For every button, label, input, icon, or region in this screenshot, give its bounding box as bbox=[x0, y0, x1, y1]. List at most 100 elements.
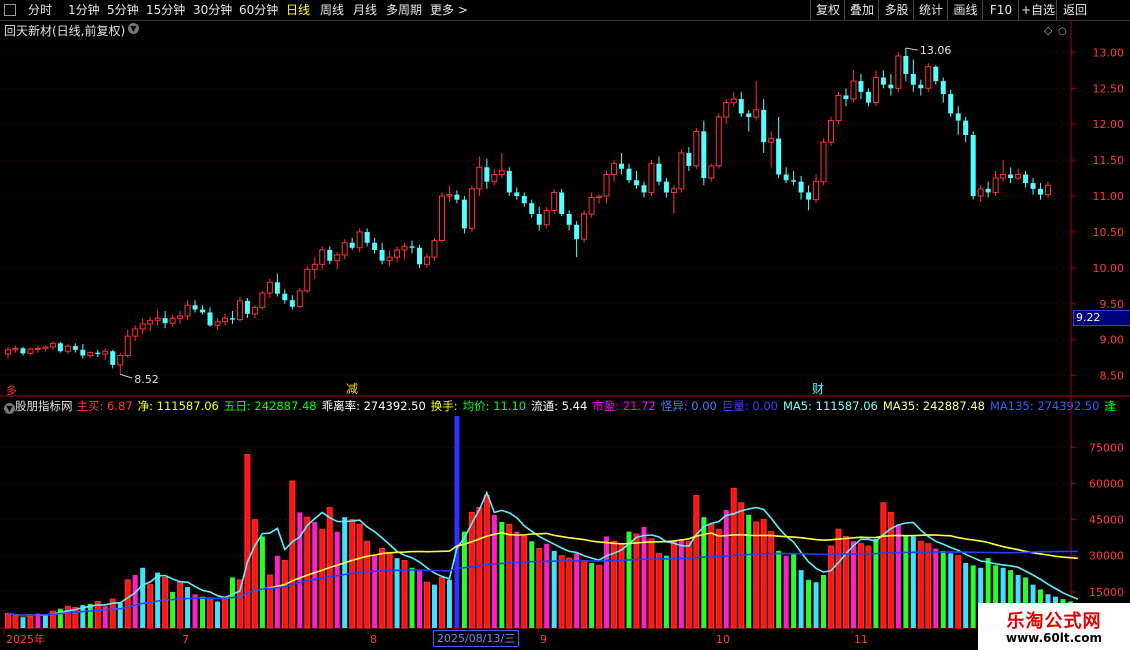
price-tick-label: 10.50 bbox=[1093, 226, 1125, 239]
candle-body-down bbox=[409, 246, 415, 248]
volume-bar bbox=[633, 534, 639, 628]
volume-bar bbox=[372, 555, 378, 628]
date-label: 2025年 bbox=[6, 632, 45, 646]
volume-bar bbox=[925, 543, 931, 628]
candle-body-up bbox=[386, 256, 393, 262]
date-label: 10 bbox=[716, 633, 730, 646]
volume-bar bbox=[222, 596, 228, 628]
volume-bar bbox=[858, 543, 864, 628]
volume-bar bbox=[454, 416, 460, 628]
candle-body-down bbox=[95, 352, 101, 355]
candle-body-up bbox=[296, 290, 303, 308]
volume-bar bbox=[514, 531, 520, 628]
candle-body-up bbox=[611, 163, 618, 175]
price-tick-label: 13.00 bbox=[1093, 46, 1125, 59]
volume-bar bbox=[244, 454, 250, 628]
candle-body-down bbox=[349, 242, 355, 248]
volume-bar bbox=[776, 550, 782, 628]
volume-bar bbox=[821, 575, 827, 628]
volume-bar bbox=[536, 548, 542, 628]
volume-bar bbox=[738, 502, 744, 628]
candle-body-up bbox=[147, 319, 154, 325]
ma135-line bbox=[7, 550, 1078, 617]
candle-body-up bbox=[311, 263, 318, 270]
volume-bar bbox=[843, 536, 849, 628]
volume-bar bbox=[836, 529, 842, 628]
candle-body-up bbox=[648, 163, 655, 193]
candle-body-down bbox=[57, 343, 63, 352]
candle-body-down bbox=[1023, 174, 1029, 184]
candle-body-up bbox=[925, 66, 932, 89]
candle-body-up bbox=[543, 209, 550, 226]
candle-body-down bbox=[364, 231, 370, 243]
candle-body-down bbox=[865, 91, 871, 103]
volume-bar bbox=[948, 553, 954, 628]
volume-bar bbox=[723, 509, 729, 628]
candle-body-up bbox=[491, 173, 498, 183]
volume-tick-label: 60000 bbox=[1089, 477, 1124, 490]
volume-bar bbox=[963, 562, 969, 628]
candle-body-up bbox=[12, 347, 19, 351]
candle-body-up bbox=[468, 188, 475, 229]
volume-bar bbox=[686, 541, 692, 628]
candle-body-down bbox=[955, 113, 961, 121]
candle-body-down bbox=[282, 293, 288, 301]
ma5-line bbox=[7, 490, 1079, 617]
candle-body-up bbox=[304, 268, 311, 292]
candle-body-down bbox=[229, 318, 235, 320]
volume-bar bbox=[678, 538, 684, 628]
volume-bar bbox=[379, 548, 385, 628]
event-marker: 财 bbox=[812, 382, 824, 396]
candle-body-up bbox=[64, 345, 71, 352]
volume-bar bbox=[252, 519, 258, 628]
candle-body-down bbox=[948, 94, 954, 114]
candle-body-down bbox=[72, 346, 78, 350]
volume-bar bbox=[394, 558, 400, 628]
candle-body-up bbox=[177, 315, 184, 319]
low-label: 8.52 bbox=[134, 373, 159, 386]
volume-bar bbox=[409, 567, 415, 628]
volume-bar bbox=[566, 558, 572, 628]
price-tick-label: 11.50 bbox=[1093, 154, 1125, 167]
candle-body-down bbox=[1030, 183, 1036, 189]
candle-body-up bbox=[498, 170, 505, 175]
volume-bar bbox=[357, 524, 363, 628]
candle-body-down bbox=[566, 214, 572, 225]
volume-bar bbox=[125, 579, 131, 628]
volume-bar bbox=[873, 538, 879, 628]
volume-bar bbox=[334, 531, 340, 628]
candle-body-up bbox=[872, 77, 879, 104]
volume-bar bbox=[806, 579, 812, 628]
candle-body-up bbox=[551, 191, 558, 211]
volume-bar bbox=[20, 617, 26, 628]
marker-left: 多 bbox=[6, 383, 17, 397]
candle-body-down bbox=[633, 180, 639, 186]
volume-bar bbox=[200, 596, 206, 628]
price-tick-label: 12.00 bbox=[1093, 118, 1125, 131]
volume-bar bbox=[42, 614, 48, 628]
candle-body-down bbox=[798, 181, 804, 193]
volume-bar bbox=[5, 613, 11, 628]
volume-bar bbox=[87, 603, 93, 628]
candle-body-up bbox=[5, 349, 11, 355]
candle-body-down bbox=[327, 249, 333, 261]
volume-bar bbox=[716, 529, 722, 628]
candle-body-up bbox=[214, 321, 221, 326]
volume-bar bbox=[551, 550, 557, 628]
volume-bar bbox=[813, 582, 819, 628]
stock-chart[interactable]: 8.50 9.00 9.50 10.00 10.50 11.00 11.50 12.00 12.… bbox=[0, 0, 1130, 650]
volume-bar bbox=[387, 553, 393, 628]
volume-bar bbox=[798, 570, 804, 628]
volume-tick-label: 30000 bbox=[1089, 550, 1124, 563]
volume-bar bbox=[903, 536, 909, 628]
candle-body-down bbox=[746, 113, 752, 118]
candle-body-up bbox=[813, 181, 820, 201]
candle-body-down bbox=[514, 192, 520, 197]
volume-bar bbox=[140, 567, 146, 628]
volume-bar bbox=[910, 536, 916, 628]
high-pointer bbox=[905, 47, 918, 51]
candle-body-down bbox=[454, 194, 460, 200]
candle-body-up bbox=[438, 195, 445, 242]
candle-body-up bbox=[221, 317, 228, 323]
volume-bar bbox=[596, 565, 602, 628]
